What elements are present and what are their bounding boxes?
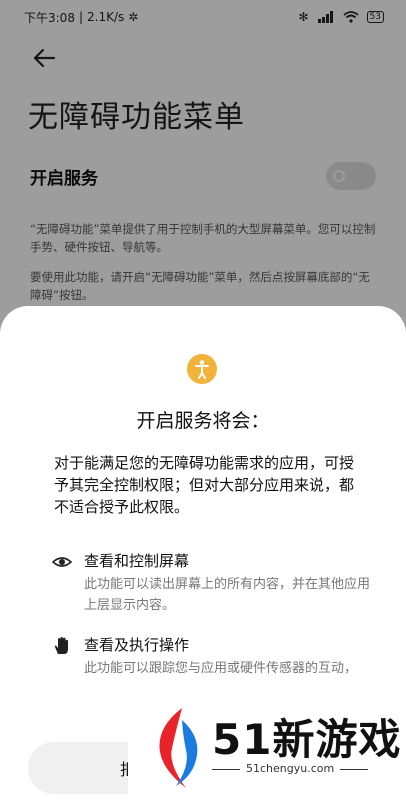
permission-description: 此功能可以跟踪您与应用或硬件传感器的互动， — [84, 661, 358, 676]
hand-icon — [54, 637, 68, 654]
dialog-description: 对于能满足您的无障碍功能需求的应用，可授予其完全控制权限；但对大部分应用来说，都… — [54, 454, 355, 516]
watermark-text: 51新游戏 — [212, 715, 402, 764]
permission-title: 查看和控制屏幕 — [84, 552, 190, 570]
accessibility-icon — [187, 354, 217, 384]
logo-mark-icon — [159, 708, 198, 788]
watermark-rule-left — [212, 769, 240, 770]
eye-icon — [52, 557, 72, 567]
watermark-url: 51chengyu.com — [246, 762, 335, 775]
watermark-logo: 51新游戏 51chengyu.com — [128, 688, 406, 800]
permission-description: 此功能可以读出屏幕上的所有内容，并在其他应用上层显示内容。 — [84, 577, 371, 613]
permission-title: 查看及执行操作 — [84, 636, 190, 654]
dialog-title: 开启服务将会： — [136, 410, 270, 432]
watermark-rule-right — [340, 769, 368, 770]
